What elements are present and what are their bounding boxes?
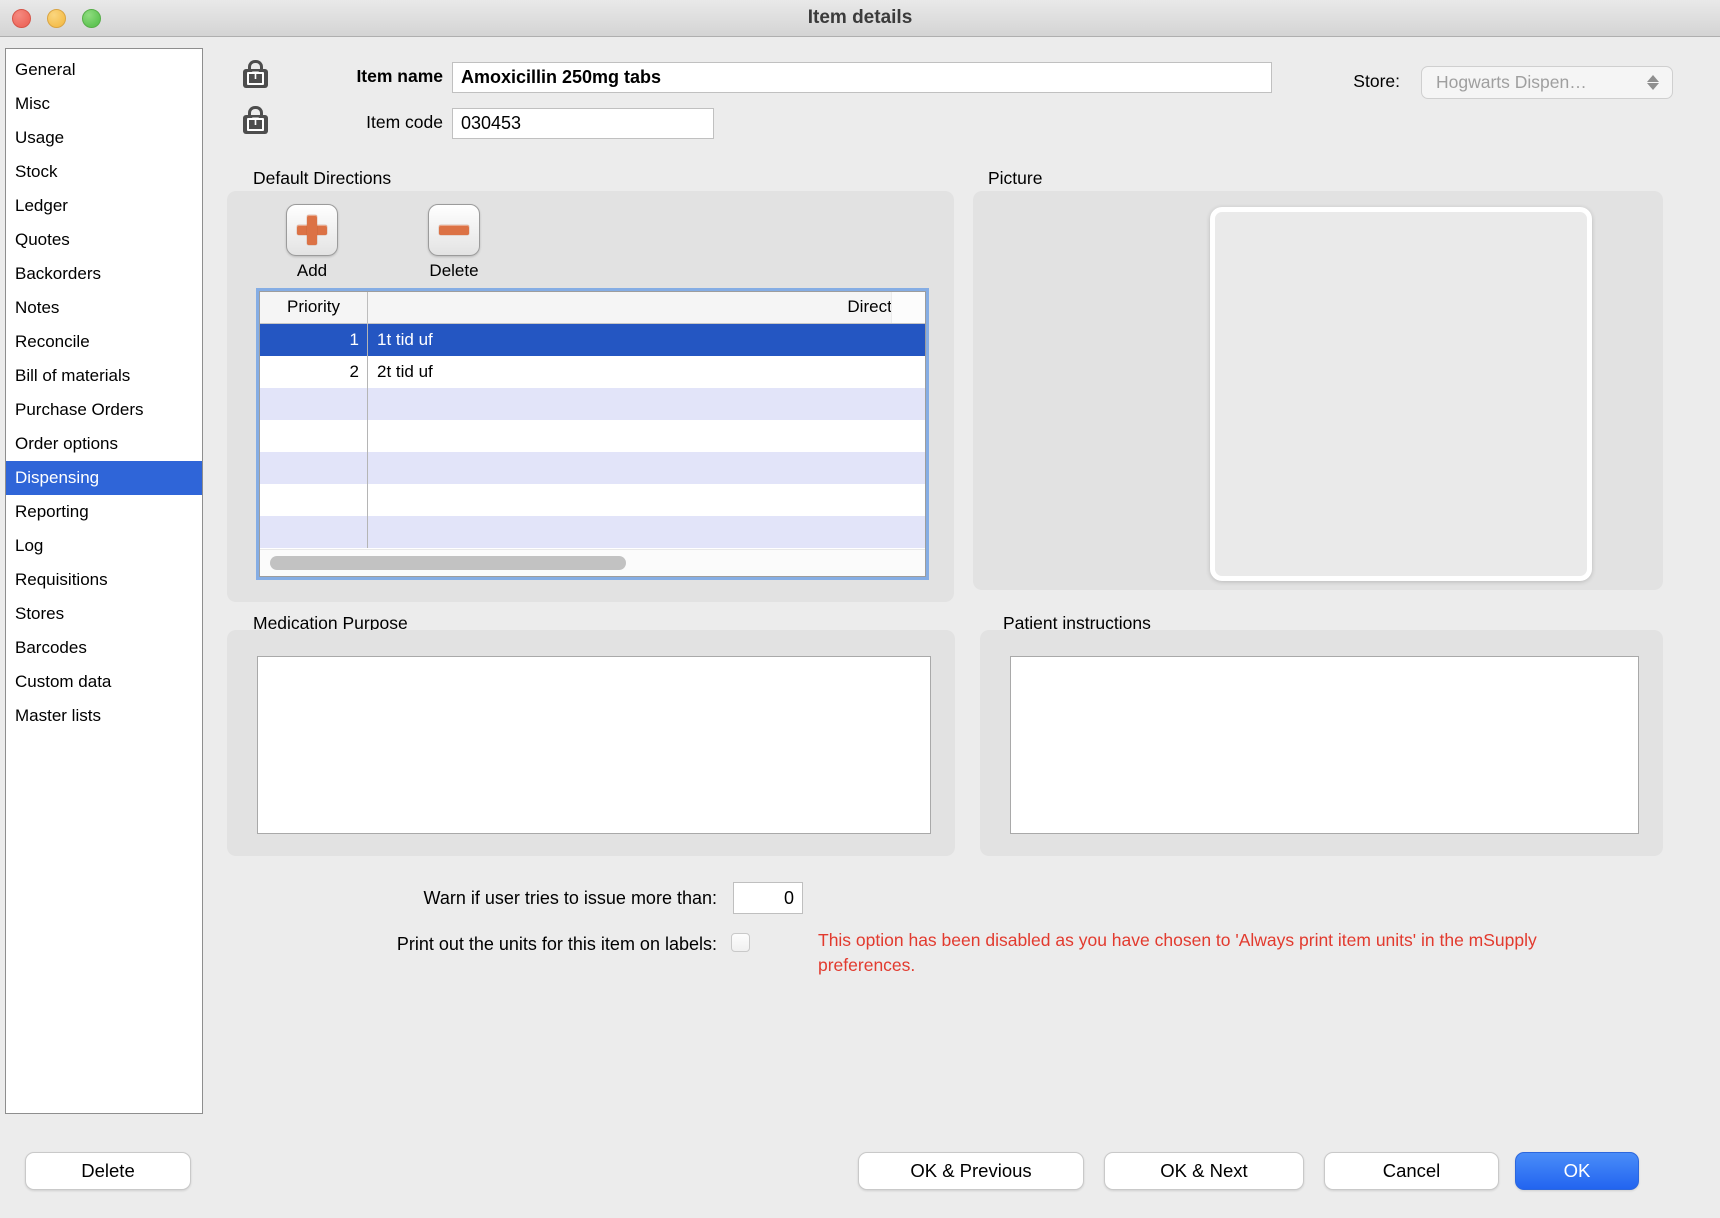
patient-instructions-textarea[interactable]	[1010, 656, 1639, 834]
sidebar-tab-list: General Misc Usage Stock Ledger Quotes B…	[5, 48, 203, 1114]
warn-issue-label: Warn if user tries to issue more than:	[250, 888, 717, 909]
store-dropdown-value: Hogwarts Dispen…	[1436, 67, 1587, 98]
direction-cell	[368, 516, 925, 548]
table-row-empty[interactable]	[260, 452, 925, 484]
priority-cell	[260, 388, 368, 420]
table-row-empty[interactable]	[260, 388, 925, 420]
direction-cell: 1t tid uf	[368, 324, 925, 356]
table-row[interactable]: 1 1t tid uf	[260, 324, 925, 356]
item-code-input[interactable]	[452, 108, 714, 139]
table-row-empty[interactable]	[260, 420, 925, 452]
table-row-empty[interactable]	[260, 484, 925, 516]
sidebar-item-misc[interactable]: Misc	[6, 87, 202, 121]
sidebar-item-general[interactable]: General	[6, 53, 202, 87]
store-label: Store:	[1330, 71, 1400, 92]
sidebar-item-master-lists[interactable]: Master lists	[6, 699, 202, 733]
sidebar-item-stores[interactable]: Stores	[6, 597, 202, 631]
direction-cell	[368, 388, 925, 420]
sidebar-item-backorders[interactable]: Backorders	[6, 257, 202, 291]
sidebar-item-dispensing[interactable]: Dispensing	[6, 461, 202, 495]
delete-button[interactable]: Delete	[25, 1152, 191, 1190]
sidebar-item-log[interactable]: Log	[6, 529, 202, 563]
item-name-input[interactable]	[452, 62, 1272, 93]
title-bar: Item details	[0, 0, 1720, 37]
sidebar-item-reconcile[interactable]: Reconcile	[6, 325, 202, 359]
direction-cell	[368, 452, 925, 484]
sidebar-item-purchase-orders[interactable]: Purchase Orders	[6, 393, 202, 427]
sidebar-item-bill-of-materials[interactable]: Bill of materials	[6, 359, 202, 393]
item-name-label: Item name	[260, 66, 443, 87]
print-units-label: Print out the units for this item on lab…	[250, 934, 717, 955]
priority-cell: 1	[260, 324, 368, 356]
priority-cell	[260, 484, 368, 516]
priority-cell	[260, 420, 368, 452]
store-dropdown[interactable]: Hogwarts Dispen…	[1421, 66, 1673, 99]
table-row[interactable]: 2 2t tid uf	[260, 356, 925, 388]
horizontal-scrollbar[interactable]	[260, 549, 925, 576]
directions-table-inner: Priority Directions 1 1t tid uf 2 2t tid…	[259, 291, 926, 577]
window-title: Item details	[0, 0, 1720, 37]
delete-direction-button[interactable]	[428, 204, 480, 256]
table-row-empty[interactable]	[260, 516, 925, 548]
priority-cell: 2	[260, 356, 368, 388]
disabled-option-note: This option has been disabled as you hav…	[818, 928, 1618, 978]
default-directions-label: Default Directions	[253, 168, 391, 189]
sidebar-item-reporting[interactable]: Reporting	[6, 495, 202, 529]
direction-cell	[368, 484, 925, 516]
cancel-button[interactable]: Cancel	[1324, 1152, 1499, 1190]
sidebar-item-ledger[interactable]: Ledger	[6, 189, 202, 223]
sidebar-item-requisitions[interactable]: Requisitions	[6, 563, 202, 597]
priority-cell	[260, 516, 368, 548]
picture-well[interactable]	[1210, 207, 1592, 581]
scrollbar-header-cap	[891, 292, 925, 323]
directions-table-header: Priority Directions	[260, 292, 925, 324]
sidebar-item-order-options[interactable]: Order options	[6, 427, 202, 461]
direction-cell: 2t tid uf	[368, 356, 925, 388]
sidebar-item-barcodes[interactable]: Barcodes	[6, 631, 202, 665]
ok-button[interactable]: OK	[1515, 1152, 1639, 1190]
item-code-label: Item code	[260, 112, 443, 133]
sidebar-item-usage[interactable]: Usage	[6, 121, 202, 155]
directions-column-header-text: Directions	[847, 292, 891, 322]
chevron-down-icon	[1647, 83, 1659, 90]
ok-next-button[interactable]: OK & Next	[1104, 1152, 1304, 1190]
warn-issue-input[interactable]	[733, 882, 803, 914]
direction-cell	[368, 420, 925, 452]
picture-label: Picture	[988, 168, 1042, 189]
medication-purpose-textarea[interactable]	[257, 656, 931, 834]
print-units-checkbox[interactable]	[731, 933, 750, 952]
sidebar-item-quotes[interactable]: Quotes	[6, 223, 202, 257]
directions-column-header[interactable]: Directions	[368, 292, 891, 323]
chevron-up-icon	[1647, 75, 1659, 82]
horizontal-scrollbar-thumb[interactable]	[270, 556, 626, 570]
add-button-label: Add	[272, 261, 352, 281]
delete-button-label: Delete	[414, 261, 494, 281]
priority-cell	[260, 452, 368, 484]
sidebar-item-notes[interactable]: Notes	[6, 291, 202, 325]
add-direction-button[interactable]	[286, 204, 338, 256]
directions-table: Priority Directions 1 1t tid uf 2 2t tid…	[256, 288, 929, 580]
sidebar-item-custom-data[interactable]: Custom data	[6, 665, 202, 699]
ok-previous-button[interactable]: OK & Previous	[858, 1152, 1084, 1190]
priority-column-header[interactable]: Priority	[260, 292, 368, 323]
sidebar-item-stock[interactable]: Stock	[6, 155, 202, 189]
